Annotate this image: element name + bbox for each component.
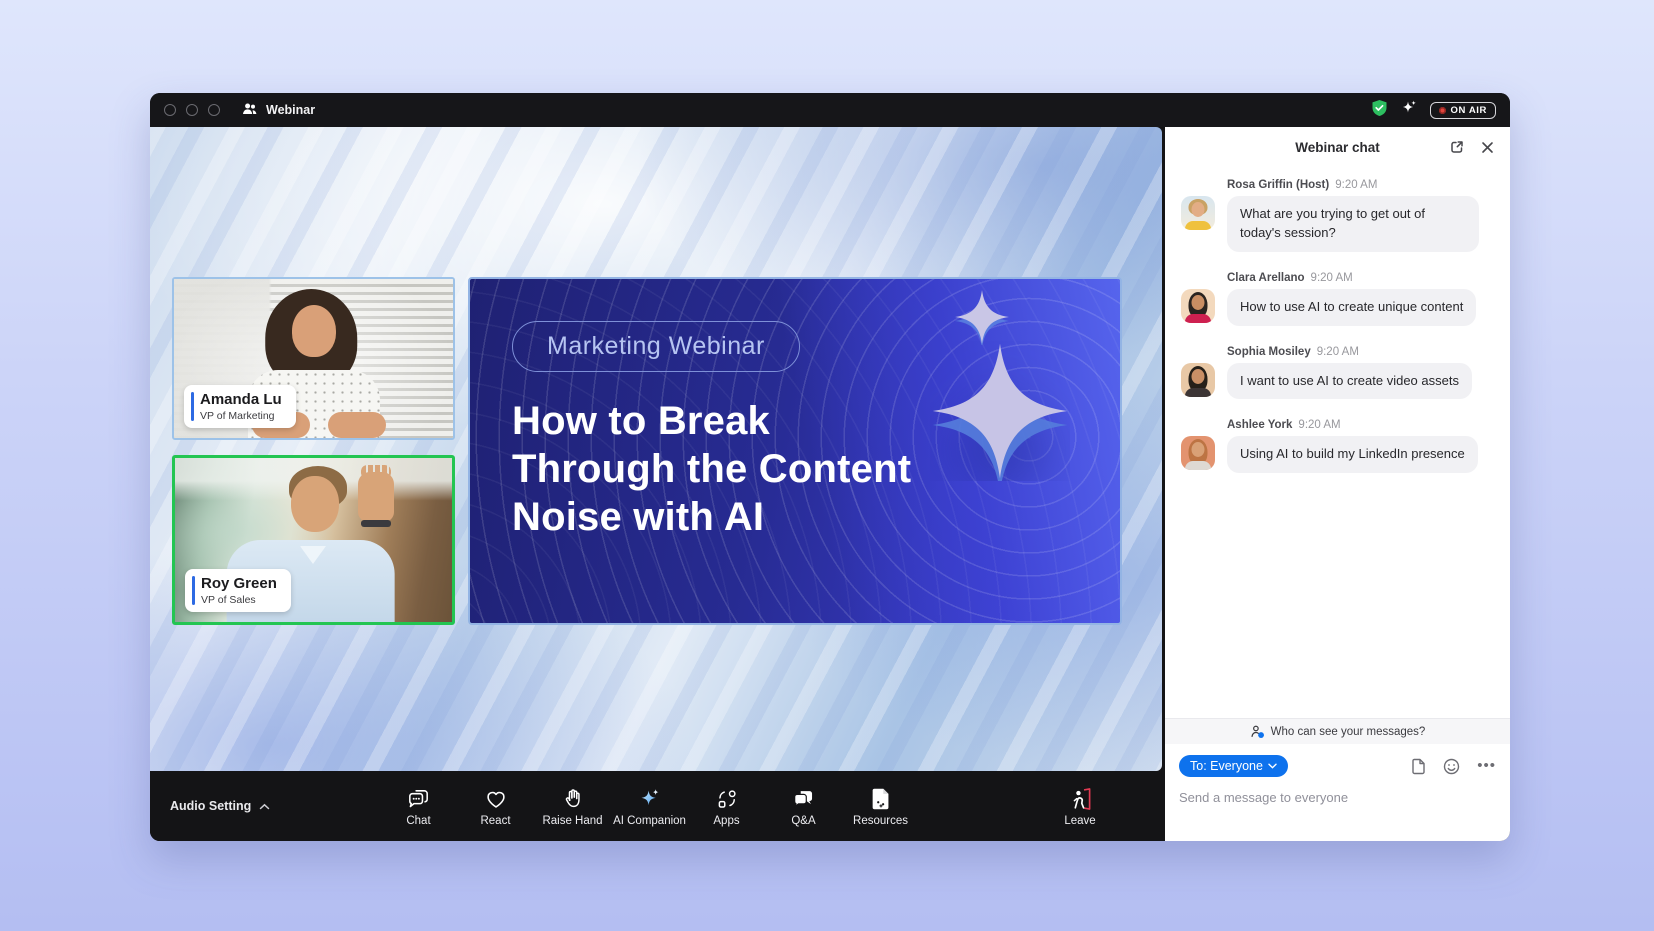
resources-button[interactable]: Resources (842, 771, 919, 841)
nametag-amanda: Amanda Lu VP of Marketing (184, 385, 296, 428)
stage-background: Amanda Lu VP of Marketing Roy Green VP o (150, 127, 1162, 771)
chat-message-input[interactable]: Send a message to everyone (1165, 781, 1510, 817)
chevron-down-icon (1268, 763, 1277, 769)
avatar-ashlee-york (1181, 436, 1215, 470)
raised-hand-icon (560, 786, 586, 812)
message-time: 9:20 AM (1335, 179, 1377, 191)
leave-door-icon (1067, 786, 1094, 812)
security-shield-icon[interactable] (1371, 99, 1388, 122)
avatar-sophia-mosiley (1181, 363, 1215, 397)
chat-message-list[interactable]: Rosa Griffin (Host) 9:20 AM What are you … (1165, 167, 1510, 718)
video-tile-amanda[interactable]: Amanda Lu VP of Marketing (172, 277, 455, 440)
participant-role: VP of Marketing (200, 410, 282, 422)
apps-button[interactable]: Apps (688, 771, 765, 841)
participant-name: Amanda Lu (200, 391, 282, 409)
slide-star-shape-small (954, 289, 1010, 345)
window-controls[interactable] (164, 104, 220, 116)
message-author: Clara Arellano (1227, 272, 1305, 284)
slide-badge: Marketing Webinar (512, 321, 800, 372)
heart-icon (483, 786, 509, 812)
pop-out-icon[interactable] (1449, 139, 1465, 155)
window-minimize-button[interactable] (186, 104, 198, 116)
message-time: 9:20 AM (1311, 272, 1353, 284)
webinar-chat-panel: Webinar chat Rosa Griffin (Host) 9:20 AM … (1165, 127, 1510, 841)
emoji-icon[interactable] (1443, 758, 1460, 775)
shared-presentation-slide[interactable]: Marketing Webinar How to Break Through t… (468, 277, 1122, 625)
message-bubble: Using AI to build my LinkedIn presence (1227, 436, 1478, 473)
qa-bubbles-icon (790, 786, 817, 812)
message-author: Sophia Mosiley (1227, 346, 1311, 358)
attach-file-icon[interactable] (1411, 758, 1426, 775)
message-time: 9:20 AM (1317, 346, 1359, 358)
avatar-clara-arellano (1181, 289, 1215, 323)
webinar-stage: Amanda Lu VP of Marketing Roy Green VP o (150, 127, 1165, 841)
participant-name: Roy Green (201, 575, 277, 593)
slide-star-shape-large (930, 341, 1070, 481)
more-options-icon[interactable]: ••• (1477, 761, 1496, 771)
avatar-rosa-griffin (1181, 196, 1215, 230)
raise-hand-button[interactable]: Raise Hand (534, 771, 611, 841)
message-bubble: What are you trying to get out of today'… (1227, 196, 1479, 252)
recipient-selector[interactable]: To: Everyone (1179, 755, 1288, 777)
titlebar: Webinar ON AIR (150, 93, 1510, 127)
audio-setting-button[interactable]: Audio Setting (170, 799, 270, 813)
message-author: Rosa Griffin (Host) (1227, 179, 1329, 191)
video-tile-roy-active-speaker[interactable]: Roy Green VP of Sales (172, 455, 455, 625)
person-check-icon (1250, 724, 1265, 739)
ai-companion-button[interactable]: AI Companion (611, 771, 688, 841)
nametag-roy: Roy Green VP of Sales (185, 569, 291, 612)
on-air-badge: ON AIR (1430, 102, 1497, 119)
ai-companion-status-icon[interactable] (1400, 99, 1418, 122)
resources-document-icon (869, 786, 893, 812)
message-bubble: How to use AI to create unique content (1227, 289, 1476, 326)
chat-button[interactable]: Chat (380, 771, 457, 841)
slide-title: How to Break Through the Content Noise w… (512, 397, 911, 541)
chat-message: Rosa Griffin (Host) 9:20 AM What are you … (1181, 179, 1494, 252)
qa-button[interactable]: Q&A (765, 771, 842, 841)
participants-icon (242, 102, 258, 119)
message-bubble: I want to use AI to create video assets (1227, 363, 1472, 400)
chat-bubble-icon (405, 786, 432, 812)
window-title: Webinar (266, 103, 315, 117)
meeting-toolbar: Audio Setting Chat React Raise Hand (150, 771, 1165, 841)
apps-icon (714, 786, 740, 812)
chevron-up-icon (259, 803, 270, 810)
window-close-button[interactable] (164, 104, 176, 116)
chat-footer: Who can see your messages? To: Everyone … (1165, 718, 1510, 841)
message-author: Ashlee York (1227, 419, 1292, 431)
chat-message: Clara Arellano 9:20 AM How to use AI to c… (1181, 272, 1494, 326)
chat-message: Sophia Mosiley 9:20 AM I want to use AI t… (1181, 346, 1494, 400)
ai-sparkle-icon (636, 786, 663, 812)
chat-title: Webinar chat (1295, 140, 1380, 155)
participant-role: VP of Sales (201, 594, 277, 606)
chat-message: Ashlee York 9:20 AM Using AI to build my … (1181, 419, 1494, 473)
message-visibility-info[interactable]: Who can see your messages? (1165, 718, 1510, 744)
on-air-dot-icon (1439, 107, 1446, 114)
chat-header: Webinar chat (1165, 127, 1510, 167)
close-icon[interactable] (1481, 141, 1494, 154)
message-time: 9:20 AM (1298, 419, 1340, 431)
leave-button[interactable]: Leave (1050, 771, 1110, 841)
window-zoom-button[interactable] (208, 104, 220, 116)
webinar-window: Webinar ON AIR (150, 93, 1510, 841)
react-button[interactable]: React (457, 771, 534, 841)
